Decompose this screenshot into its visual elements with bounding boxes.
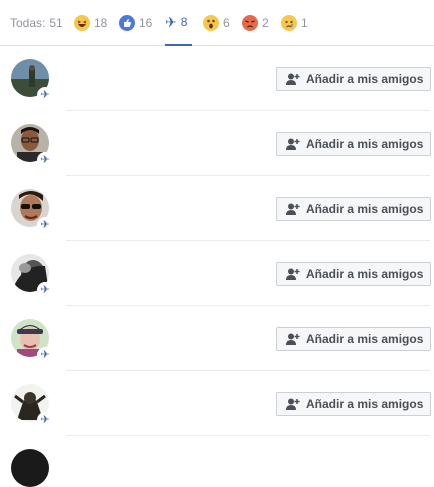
sad-emoji-icon <box>281 15 297 31</box>
tab-plane-count: 8 <box>180 15 188 29</box>
add-friend-button[interactable]: Añadir a mis amigos <box>276 132 431 156</box>
reaction-tabs: Todas: 51 18 16 ✈ 8 6 2 1 <box>0 0 434 46</box>
list-item: ✈ Añadir a mis amigos <box>0 306 434 371</box>
airplane-badge-icon: ✈ <box>37 347 53 363</box>
list-item: ✈ Añadir a mis amigos <box>0 111 434 176</box>
tab-wow[interactable]: 6 <box>203 0 230 46</box>
tab-haha-count: 18 <box>94 16 108 30</box>
add-friend-label: Añadir a mis amigos <box>306 397 424 411</box>
add-friend-label: Añadir a mis amigos <box>306 267 424 281</box>
airplane-badge-icon: ✈ <box>37 282 53 298</box>
airplane-badge-icon: ✈ <box>37 87 53 103</box>
add-friend-icon <box>286 268 300 280</box>
list-item: ✈ Añadir a mis amigos <box>0 176 434 241</box>
add-friend-label: Añadir a mis amigos <box>306 137 424 151</box>
add-friend-label: Añadir a mis amigos <box>306 332 424 346</box>
tab-like-count: 16 <box>139 16 153 30</box>
tab-sad[interactable]: 1 <box>281 0 308 46</box>
airplane-badge-icon: ✈ <box>37 217 53 233</box>
partial-avatar[interactable] <box>11 449 49 487</box>
add-friend-button[interactable]: Añadir a mis amigos <box>276 197 431 221</box>
add-friend-button[interactable]: Añadir a mis amigos <box>276 392 431 416</box>
tab-like[interactable]: 16 <box>119 0 152 46</box>
airplane-badge-icon: ✈ <box>37 152 53 168</box>
divider <box>66 435 430 436</box>
add-friend-icon <box>286 138 300 150</box>
add-friend-button[interactable]: Añadir a mis amigos <box>276 262 431 286</box>
tab-haha[interactable]: 18 <box>74 0 107 46</box>
tab-angry-count: 2 <box>262 16 269 30</box>
wow-emoji-icon <box>203 15 219 31</box>
tab-all-label: Todas: <box>10 16 46 30</box>
tab-all-count: 51 <box>49 16 63 30</box>
tab-plane[interactable]: ✈ 8 <box>165 0 192 46</box>
list-item: ✈ Añadir a mis amigos <box>0 241 434 306</box>
angry-emoji-icon <box>242 15 258 31</box>
tab-wow-count: 6 <box>223 16 230 30</box>
add-friend-icon <box>286 203 300 215</box>
tab-angry[interactable]: 2 <box>242 0 269 46</box>
list-item: ✈ Añadir a mis amigos <box>0 46 434 111</box>
add-friend-button[interactable]: Añadir a mis amigos <box>276 67 431 91</box>
add-friend-label: Añadir a mis amigos <box>306 72 424 86</box>
tab-all[interactable]: Todas: 51 <box>10 0 63 46</box>
add-friend-icon <box>286 73 300 85</box>
add-friend-label: Añadir a mis amigos <box>306 202 424 216</box>
airplane-badge-icon: ✈ <box>37 412 53 428</box>
add-friend-button[interactable]: Añadir a mis amigos <box>276 327 431 351</box>
airplane-icon: ✈ <box>165 14 177 30</box>
haha-emoji-icon <box>74 15 90 31</box>
tab-sad-count: 1 <box>301 16 308 30</box>
add-friend-icon <box>286 398 300 410</box>
add-friend-icon <box>286 333 300 345</box>
like-thumb-icon <box>119 15 135 31</box>
list-item: ✈ Añadir a mis amigos <box>0 371 434 436</box>
